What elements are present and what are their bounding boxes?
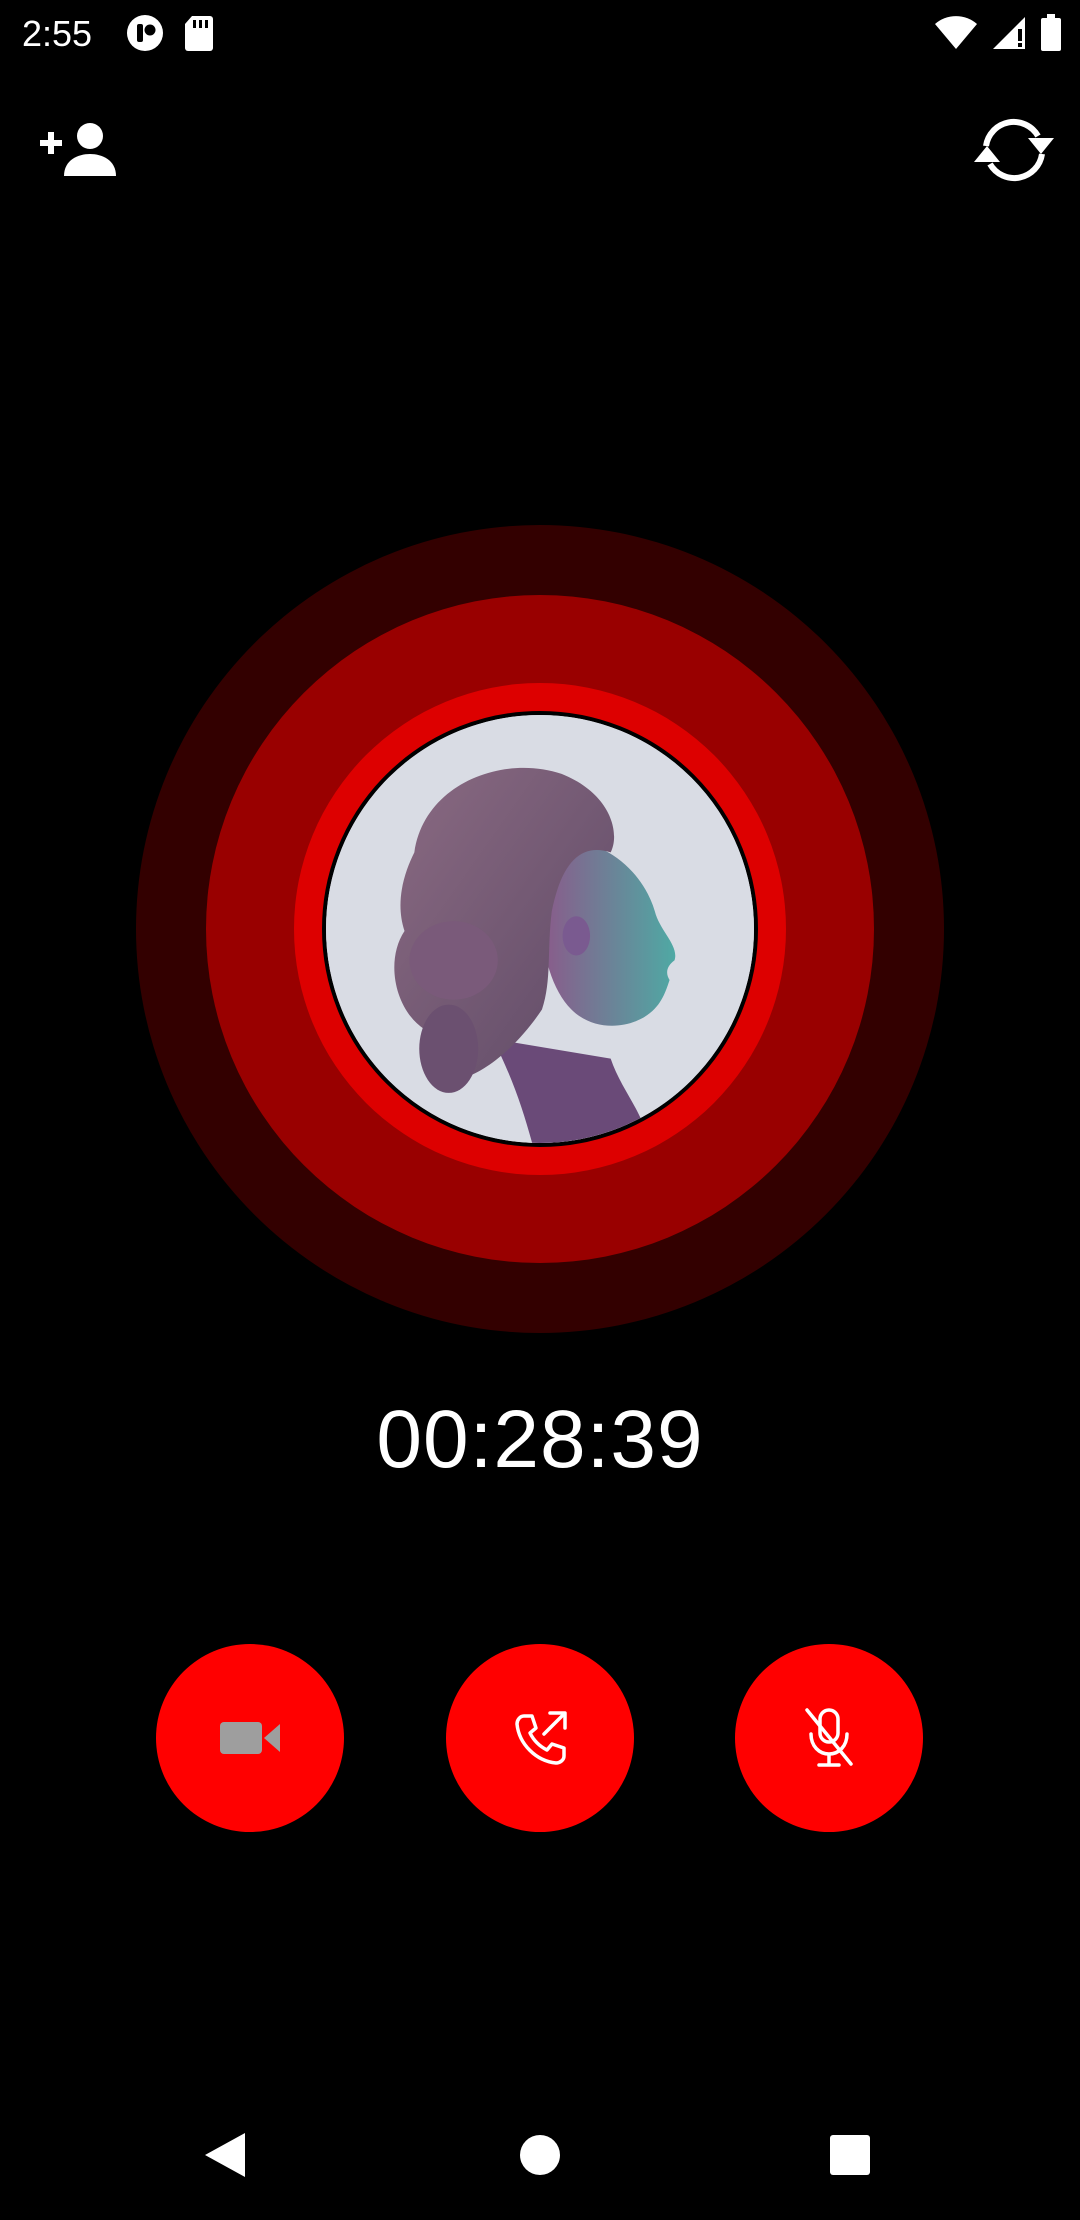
home-icon — [519, 2134, 561, 2176]
transfer-call-button[interactable] — [446, 1644, 634, 1832]
caller-avatar — [322, 711, 758, 1147]
navigation-bar — [0, 2090, 1080, 2220]
status-right-icons — [934, 14, 1062, 52]
status-left-icons — [126, 14, 214, 52]
app-notification-icon — [126, 14, 164, 52]
sd-card-icon — [184, 14, 214, 52]
status-bar: 2:55 — [0, 0, 1080, 66]
add-participant-button[interactable] — [28, 100, 128, 200]
mute-button[interactable] — [735, 1644, 923, 1832]
phone-outgoing-icon — [510, 1708, 570, 1768]
recents-icon — [829, 2134, 871, 2176]
back-icon — [203, 2131, 247, 2179]
video-camera-icon — [218, 1718, 282, 1758]
add-person-icon — [38, 120, 118, 180]
cellular-signal-icon — [992, 15, 1026, 51]
nav-home-button[interactable] — [495, 2110, 585, 2200]
status-time: 2:55 — [22, 13, 93, 54]
nav-back-button[interactable] — [180, 2110, 270, 2200]
video-toggle-button[interactable] — [156, 1644, 344, 1832]
battery-icon — [1040, 14, 1062, 52]
microphone-off-icon — [801, 1706, 857, 1770]
switch-camera-icon — [972, 112, 1056, 188]
switch-camera-button[interactable] — [964, 100, 1064, 200]
wifi-icon — [934, 15, 978, 51]
call-timer: 00:28:39 — [376, 1394, 704, 1485]
nav-recents-button[interactable] — [805, 2110, 895, 2200]
